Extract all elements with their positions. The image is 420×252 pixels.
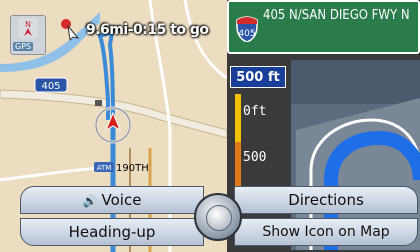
heading-up-button[interactable]: Heading-up bbox=[20, 218, 204, 246]
interstate-shield-icon: 405 bbox=[236, 16, 258, 42]
atm-icon: ATM bbox=[94, 162, 114, 172]
distance-to-turn: 500 ft bbox=[230, 66, 286, 88]
freeway-shield-icon: 405 bbox=[34, 77, 68, 93]
compass-icon: N bbox=[18, 18, 38, 38]
poi-icon bbox=[95, 100, 102, 106]
directions-button[interactable]: Directions bbox=[234, 186, 418, 214]
nav-screen: 405 ATM 190TH N GPS 9.6mi-0:15 to go 405… bbox=[0, 0, 420, 252]
meter-label-500: 500 bbox=[243, 150, 267, 165]
voice-label: Voice bbox=[101, 191, 142, 209]
quick-menu: 🔊 Voice Directions Heading-up Show Icon o… bbox=[20, 186, 418, 248]
show-icon-on-map-button[interactable]: Show Icon on Map bbox=[234, 218, 418, 246]
selector-knob-icon[interactable] bbox=[194, 193, 242, 241]
svg-text:N: N bbox=[25, 20, 31, 29]
voice-button[interactable]: 🔊 Voice bbox=[20, 186, 204, 214]
svg-text:405: 405 bbox=[41, 81, 60, 92]
speaker-icon: 🔊 bbox=[82, 194, 98, 208]
compass-box[interactable]: N GPS bbox=[10, 15, 46, 55]
knob-center bbox=[206, 205, 232, 231]
poi-label: 190TH bbox=[116, 163, 149, 174]
highway-sign: 405 405 N/SAN DIEGO FWY N bbox=[227, 0, 420, 54]
sign-text: 405 N/SAN DIEGO FWY N bbox=[263, 8, 410, 23]
destination-flag-icon bbox=[61, 19, 80, 42]
svg-text:405: 405 bbox=[238, 29, 255, 39]
eta-text: 9.6mi-0:15 to go bbox=[86, 22, 209, 38]
gps-label: GPS bbox=[13, 42, 34, 51]
meter-label-0: 0ft bbox=[243, 104, 267, 119]
svg-text:ATM: ATM bbox=[97, 164, 112, 172]
